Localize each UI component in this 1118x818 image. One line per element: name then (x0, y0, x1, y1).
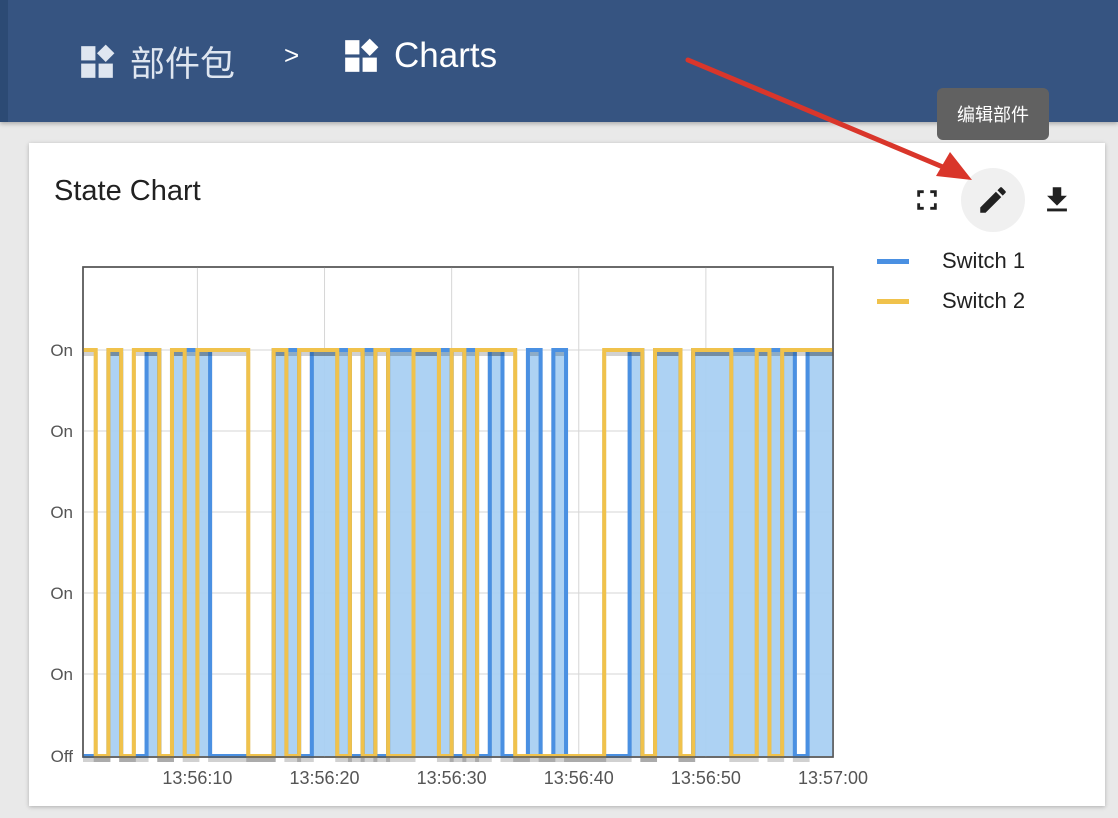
x-tick-label: 13:56:20 (289, 768, 359, 788)
x-tick-label: 13:56:40 (544, 768, 614, 788)
y-tick-label: On (50, 422, 73, 441)
y-tick-label: Off (51, 747, 74, 766)
y-tick-label: On (50, 584, 73, 603)
y-tick-label: On (50, 341, 73, 360)
state-chart: On On On On On Off 13:56:10 13:56:20 13:56:30 13:… (50, 266, 868, 788)
x-tick-label: 13:57:00 (798, 768, 868, 788)
page: 部件包 > Charts 编辑部件 State Chart Switch 1 S… (0, 0, 1118, 818)
x-tick-label: 13:56:10 (162, 768, 232, 788)
x-tick-label: 13:56:30 (417, 768, 487, 788)
y-tick-label: On (50, 665, 73, 684)
x-tick-label: 13:56:50 (671, 768, 741, 788)
y-tick-label: On (50, 503, 73, 522)
